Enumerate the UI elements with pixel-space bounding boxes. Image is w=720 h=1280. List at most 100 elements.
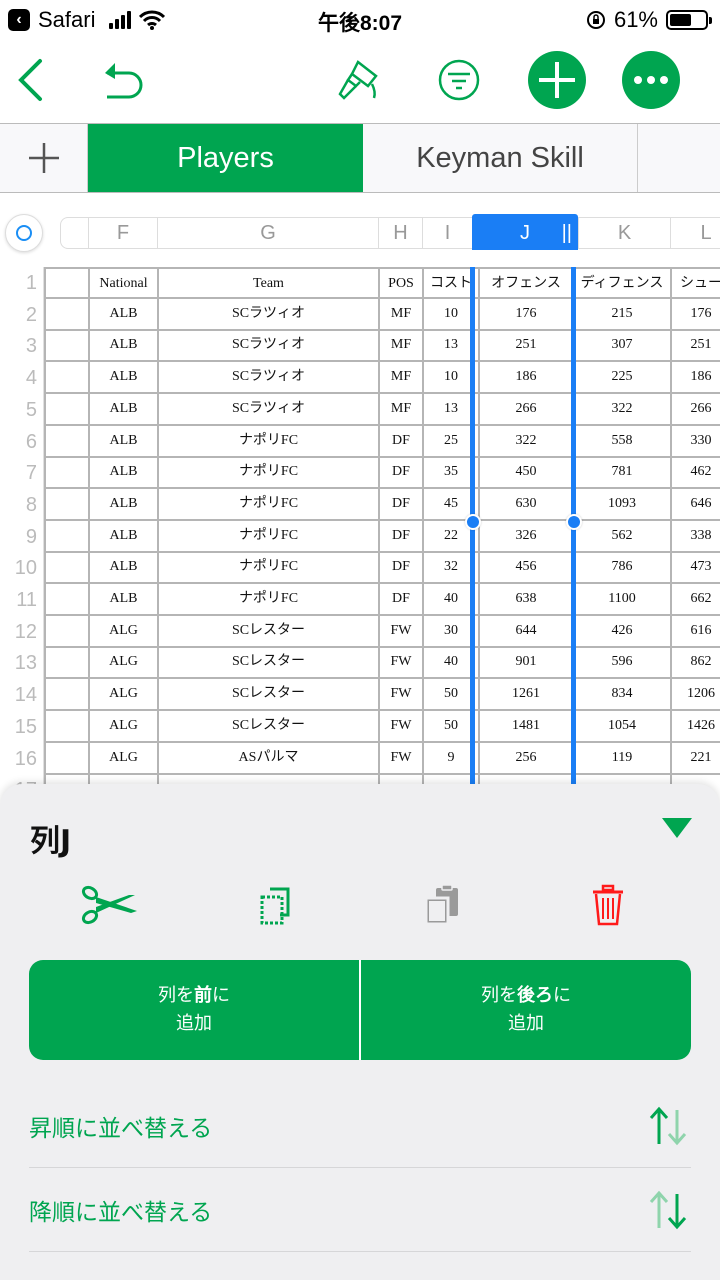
table-cell[interactable]: 638	[478, 584, 572, 616]
table-cell[interactable]: FW	[378, 615, 422, 648]
table-cell[interactable]: DF	[378, 488, 422, 521]
table-cell[interactable]: ナポリFC	[157, 520, 378, 553]
table-cell[interactable]: ALG	[88, 679, 157, 712]
table-cell[interactable]: 901	[478, 647, 572, 680]
back-button[interactable]	[12, 56, 48, 104]
header-cell[interactable]: Team	[157, 267, 378, 299]
tab-players[interactable]: Players	[88, 124, 363, 192]
row-number[interactable]: 11	[0, 584, 44, 616]
table-cell[interactable]: 781	[572, 457, 670, 490]
table-cell[interactable]: 450	[478, 457, 572, 490]
add-button[interactable]	[528, 51, 586, 109]
table-cell[interactable]	[44, 742, 88, 775]
sort-descending-item[interactable]: 降順に並べ替える	[29, 1168, 691, 1252]
cut-button[interactable]	[80, 880, 140, 930]
row-number[interactable]: 3	[0, 330, 44, 363]
table-cell[interactable]: 322	[572, 393, 670, 426]
table-cell[interactable]: 644	[478, 615, 572, 648]
table-cell[interactable]: ナポリFC	[157, 425, 378, 458]
collapse-triangle-icon[interactable]	[662, 818, 692, 838]
table-cell[interactable]: 786	[572, 552, 670, 585]
table-cell[interactable]: ALB	[88, 488, 157, 521]
table-cell[interactable]: ALB	[88, 552, 157, 585]
table-cell[interactable]	[44, 457, 88, 490]
table-cell[interactable]: 266	[478, 393, 572, 426]
table-cell[interactable]: 1426	[670, 710, 720, 743]
sort-ascending-item[interactable]: 昇順に並べ替える	[29, 1084, 691, 1168]
row-number[interactable]: 2	[0, 298, 44, 331]
table-cell[interactable]: 251	[478, 330, 572, 363]
table-cell[interactable]: MF	[378, 330, 422, 363]
table-cell[interactable]: 221	[670, 742, 720, 775]
tab-keyman-skill[interactable]: Keyman Skill	[363, 124, 638, 192]
table-cell[interactable]: 1206	[670, 679, 720, 712]
table-cell[interactable]: 119	[572, 742, 670, 775]
add-sheet-button[interactable]	[0, 124, 88, 192]
table-cell[interactable]: 186	[670, 362, 720, 395]
more-button[interactable]	[622, 51, 680, 109]
table-cell[interactable]: 1093	[572, 488, 670, 521]
table-cell[interactable]: 596	[572, 647, 670, 680]
table-cell[interactable]: ALG	[88, 647, 157, 680]
table-cell[interactable]: 266	[670, 393, 720, 426]
table-cell[interactable]: SCラツィオ	[157, 330, 378, 363]
column-resize-handle[interactable]: ||	[562, 214, 572, 252]
table-cell[interactable]: 186	[478, 362, 572, 395]
table-cell[interactable]: 862	[670, 647, 720, 680]
table-cell[interactable]: FW	[378, 679, 422, 712]
table-cell[interactable]: ALB	[88, 457, 157, 490]
table-cell[interactable]: 338	[670, 520, 720, 553]
selection-right-handle[interactable]	[566, 514, 582, 530]
table-cell[interactable]	[44, 393, 88, 426]
table-cell[interactable]: 456	[478, 552, 572, 585]
table-cell[interactable]: 215	[572, 298, 670, 331]
row-number[interactable]: 8	[0, 488, 44, 521]
header-cell[interactable]: ディフェンス	[572, 267, 670, 299]
table-cell[interactable]: 646	[670, 488, 720, 521]
table-cell[interactable]: 307	[572, 330, 670, 363]
header-cell[interactable]: National	[88, 267, 157, 299]
row-number[interactable]: 14	[0, 679, 44, 712]
table-cell[interactable]: ALG	[88, 615, 157, 648]
filter-button[interactable]	[436, 57, 482, 103]
row-number[interactable]: 1	[0, 267, 44, 299]
table-cell[interactable]: 330	[670, 425, 720, 458]
add-column-after-button[interactable]: 列を後ろに 追加	[359, 960, 691, 1060]
table-cell[interactable]: 322	[478, 425, 572, 458]
table-cell[interactable]: SCレスター	[157, 679, 378, 712]
copy-button[interactable]	[248, 880, 308, 930]
table-cell[interactable]: SCレスター	[157, 647, 378, 680]
table-cell[interactable]: ALG	[88, 742, 157, 775]
table-cell[interactable]: 662	[670, 584, 720, 616]
table-cell[interactable]: MF	[378, 362, 422, 395]
table-cell[interactable]: 616	[670, 615, 720, 648]
table-cell[interactable]: 473	[670, 552, 720, 585]
column-header-k[interactable]: K	[578, 218, 670, 248]
table-cell[interactable]	[44, 330, 88, 363]
column-header-i[interactable]: I	[422, 218, 472, 248]
table-cell[interactable]: 1054	[572, 710, 670, 743]
table-cell[interactable]: DF	[378, 457, 422, 490]
table-cell[interactable]: 834	[572, 679, 670, 712]
row-number[interactable]: 10	[0, 552, 44, 585]
table-cell[interactable]: 1100	[572, 584, 670, 616]
table-cell[interactable]: 426	[572, 615, 670, 648]
table-cell[interactable]: 462	[670, 457, 720, 490]
row-number[interactable]: 7	[0, 457, 44, 490]
table-cell[interactable]: ナポリFC	[157, 488, 378, 521]
select-all-button[interactable]	[5, 214, 43, 252]
table-cell[interactable]: SCレスター	[157, 615, 378, 648]
row-number[interactable]: 4	[0, 362, 44, 395]
table-cell[interactable]: 326	[478, 520, 572, 553]
table-cell[interactable]	[44, 298, 88, 331]
table-cell[interactable]: DF	[378, 425, 422, 458]
header-cell[interactable]: POS	[378, 267, 422, 299]
header-cell[interactable]: オフェンス	[478, 267, 572, 299]
table-cell[interactable]	[44, 425, 88, 458]
table-cell[interactable]: 176	[670, 298, 720, 331]
table-cell[interactable]	[44, 615, 88, 648]
table-cell[interactable]: ナポリFC	[157, 457, 378, 490]
table-cell[interactable]	[44, 710, 88, 743]
row-number[interactable]: 12	[0, 615, 44, 648]
table-cell[interactable]	[44, 647, 88, 680]
